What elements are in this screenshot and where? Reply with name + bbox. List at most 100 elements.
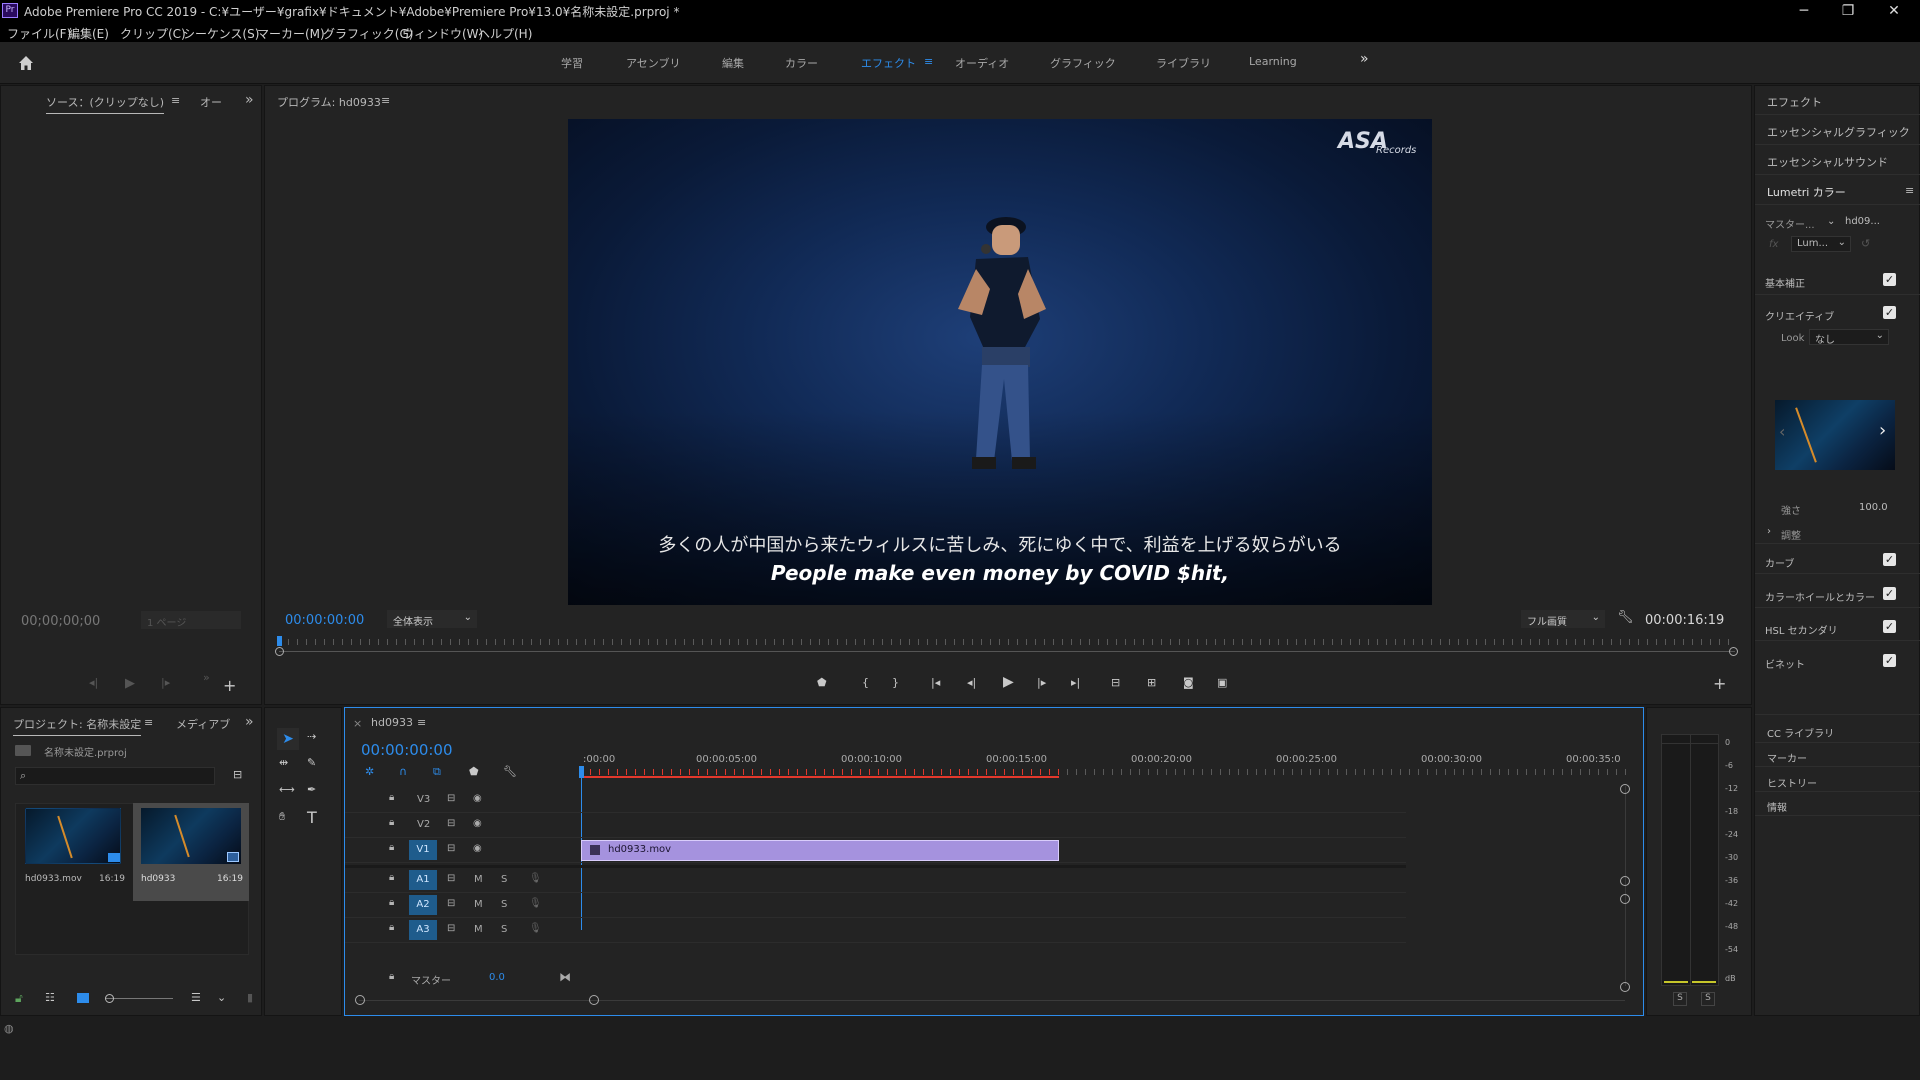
curves-checkbox[interactable]: ✓ — [1883, 553, 1896, 566]
lumetri-menu-icon[interactable]: ≡ — [1905, 184, 1914, 197]
lumetri-color-tab[interactable]: Lumetri カラー — [1767, 184, 1846, 200]
mute-button[interactable]: M — [474, 924, 483, 935]
go-to-in-icon[interactable]: |◂ — [931, 676, 940, 689]
zoom-slider-track[interactable] — [105, 998, 173, 999]
solo-button[interactable]: S — [501, 899, 507, 910]
workspace-learning[interactable]: Learning — [1249, 55, 1297, 68]
track-target-a2[interactable]: A2 — [409, 895, 437, 915]
ripple-edit-tool-icon[interactable]: ⇹ — [279, 756, 288, 769]
markers-tab[interactable]: マーカー — [1767, 750, 1807, 765]
razor-tool-icon[interactable]: ✎ — [307, 756, 316, 769]
scroll-handle[interactable] — [1620, 982, 1630, 992]
close-button[interactable]: ✕ — [1874, 1, 1914, 21]
track-lock-icon[interactable]: 🔒︎ — [389, 897, 394, 908]
step-forward-icon[interactable]: |▸ — [1037, 676, 1046, 689]
go-to-end-icon[interactable]: ⧓ — [559, 970, 571, 984]
add-marker-icon[interactable]: ⬟ — [817, 676, 827, 689]
scroll-handle[interactable] — [1620, 894, 1630, 904]
menu-edit[interactable]: 編集(E) — [68, 25, 109, 42]
clip-selector[interactable]: hd09... — [1845, 216, 1880, 227]
master-selector[interactable]: マスター... — [1765, 216, 1815, 231]
zoom-scroll-bar[interactable] — [279, 651, 1735, 652]
hand-tool-icon[interactable]: ✋︎ — [279, 810, 285, 824]
eye-icon[interactable]: ◉ — [473, 843, 482, 854]
info-tab[interactable]: 情報 — [1767, 799, 1787, 814]
slip-tool-icon[interactable]: ⟷ — [279, 783, 295, 796]
curves-section[interactable]: カーブ — [1765, 555, 1794, 570]
lock-icon[interactable]: 🔓︎ — [15, 991, 23, 1006]
source-timecode[interactable]: 00;00;00;00 — [21, 614, 100, 629]
vignette-section[interactable]: ビネット — [1765, 656, 1805, 671]
horizontal-scrollbar[interactable] — [359, 1000, 1625, 1001]
menu-window[interactable]: ウィンドウ(W) — [402, 25, 483, 42]
overflow-icon[interactable]: » — [203, 671, 210, 684]
comparison-view-icon[interactable]: ▣ — [1217, 676, 1227, 689]
workspace-editing[interactable]: 編集 — [722, 55, 744, 71]
zoom-level-dropdown[interactable]: 全体表示 ⌄ — [387, 610, 477, 628]
reset-icon[interactable]: ↺ — [1861, 237, 1870, 250]
lumetri-instance-dropdown[interactable]: Lum... ⌄ — [1791, 236, 1851, 252]
step-forward-icon[interactable]: |▸ — [161, 676, 170, 689]
step-back-icon[interactable]: ◂| — [89, 676, 98, 689]
essential-graphics-tab[interactable]: エッセンシャルグラフィック — [1767, 124, 1917, 140]
workspace-assembly[interactable]: アセンブリ — [626, 55, 680, 71]
sort-icon[interactable]: ☰ — [191, 991, 201, 1004]
step-back-icon[interactable]: ◂| — [967, 676, 976, 689]
creative-section[interactable]: クリエイティブ — [1765, 308, 1834, 323]
track-label[interactable]: V3 — [417, 794, 430, 805]
sequence-menu-icon[interactable]: ≡ — [417, 716, 426, 729]
program-menu-icon[interactable]: ≡ — [381, 94, 390, 107]
sync-lock-icon[interactable]: ⊟ — [447, 923, 455, 934]
basic-correction-checkbox[interactable]: ✓ — [1883, 273, 1896, 286]
microphone-icon[interactable]: 🎙︎ — [529, 898, 542, 909]
chevron-right-icon[interactable]: › — [1767, 526, 1771, 537]
program-tab[interactable]: プログラム: hd0933 — [277, 94, 381, 110]
workspace-graphics[interactable]: グラフィック — [1050, 55, 1116, 71]
timeline-playhead[interactable] — [579, 766, 584, 778]
snap-magnet-icon[interactable]: ∩ — [399, 765, 407, 778]
intensity-value[interactable]: 100.0 — [1859, 502, 1888, 513]
track-target-a1[interactable]: A1 — [409, 870, 437, 890]
menu-help[interactable]: ヘルプ(H) — [478, 25, 532, 42]
background-process-icon[interactable]: ◍ — [4, 1022, 14, 1035]
microphone-icon[interactable]: 🎙︎ — [529, 923, 542, 934]
color-wheels-section[interactable]: カラーホイールとカラー — [1765, 589, 1881, 604]
workspace-color[interactable]: カラー — [785, 55, 818, 71]
selection-tool-icon[interactable]: ➤ — [277, 728, 299, 750]
project-tab[interactable]: プロジェクト: 名称未設定 — [13, 716, 142, 736]
workspace-libraries[interactable]: ライブラリ — [1156, 55, 1211, 71]
sync-lock-icon[interactable]: ⊟ — [447, 873, 455, 884]
previous-look-icon[interactable]: ‹ — [1779, 422, 1785, 441]
export-frame-camera-icon[interactable]: ◙ — [1183, 676, 1194, 689]
zoom-handle-left[interactable] — [275, 647, 284, 656]
project-search-input[interactable]: ⌕ — [15, 767, 215, 785]
vignette-checkbox[interactable]: ✓ — [1883, 654, 1896, 667]
solo-left-button[interactable]: S — [1673, 992, 1687, 1006]
play-icon[interactable]: ▶ — [1003, 674, 1014, 690]
microphone-icon[interactable]: 🎙︎ — [529, 873, 542, 884]
type-tool-icon[interactable]: T — [307, 808, 317, 827]
workspace-learn[interactable]: 学習 — [561, 55, 583, 71]
icon-view-icon[interactable] — [77, 993, 89, 1003]
program-time-ruler[interactable] — [279, 639, 1735, 645]
menu-file[interactable]: ファイル(F) — [7, 25, 71, 42]
cc-libraries-tab[interactable]: CC ライブラリ — [1767, 725, 1834, 740]
master-volume-value[interactable]: 0.0 — [489, 972, 505, 983]
zoom-slider-handle[interactable] — [105, 994, 114, 1003]
project-menu-icon[interactable]: ≡ — [144, 716, 153, 729]
audio-mixer-tab[interactable]: オー — [200, 94, 222, 110]
next-look-icon[interactable]: › — [1879, 420, 1886, 441]
video-preview[interactable]: ASA Records 多くの人が中国から来たウィルスに苦しみ、死にゆく中で、利… — [568, 119, 1432, 605]
wrench-icon[interactable]: 🔧︎ — [1617, 610, 1634, 625]
workspace-effects[interactable]: エフェクト — [861, 55, 916, 71]
menu-clip[interactable]: クリップ(C) — [120, 25, 186, 42]
panel-overflow-icon[interactable]: » — [245, 92, 254, 108]
track-target-a3[interactable]: A3 — [409, 920, 437, 940]
pen-tool-icon[interactable]: ✒ — [307, 783, 316, 796]
eye-icon[interactable]: ◉ — [473, 818, 482, 829]
playback-resolution-dropdown[interactable]: フル画質 ⌄ — [1521, 610, 1605, 628]
creative-checkbox[interactable]: ✓ — [1883, 306, 1896, 319]
source-tab[interactable]: ソース：(クリップなし) — [46, 94, 165, 114]
track-label[interactable]: V2 — [417, 819, 430, 830]
track-lock-icon[interactable]: 🔒︎ — [389, 842, 394, 853]
